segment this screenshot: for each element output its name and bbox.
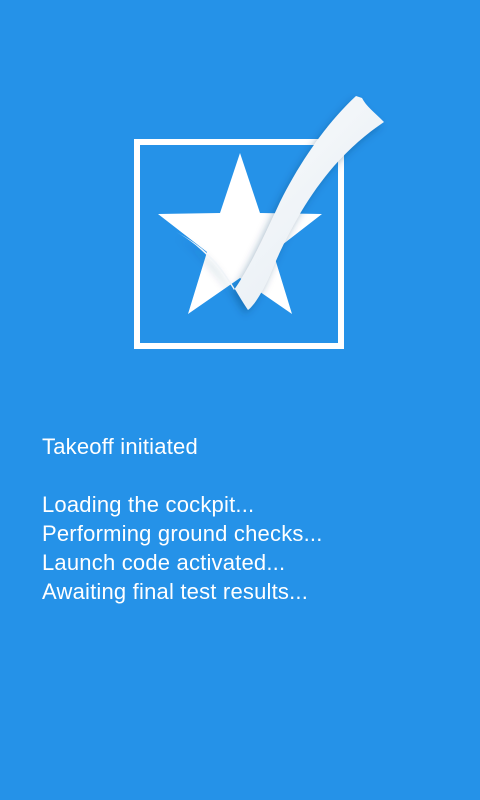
status-heading: Takeoff initiated — [42, 434, 198, 459]
status-step: Performing ground checks... — [42, 521, 323, 546]
star-checkmark-logo-icon — [130, 92, 395, 357]
splash-screen: Takeoff initiated Loading the cockpit...… — [0, 0, 480, 800]
status-step: Awaiting final test results... — [42, 579, 309, 604]
status-step: Loading the cockpit... — [42, 492, 255, 517]
status-step: Launch code activated... — [42, 550, 286, 575]
status-panel: Takeoff initiated Loading the cockpit...… — [42, 432, 462, 606]
status-step-list: Loading the cockpit... Performing ground… — [42, 490, 462, 606]
